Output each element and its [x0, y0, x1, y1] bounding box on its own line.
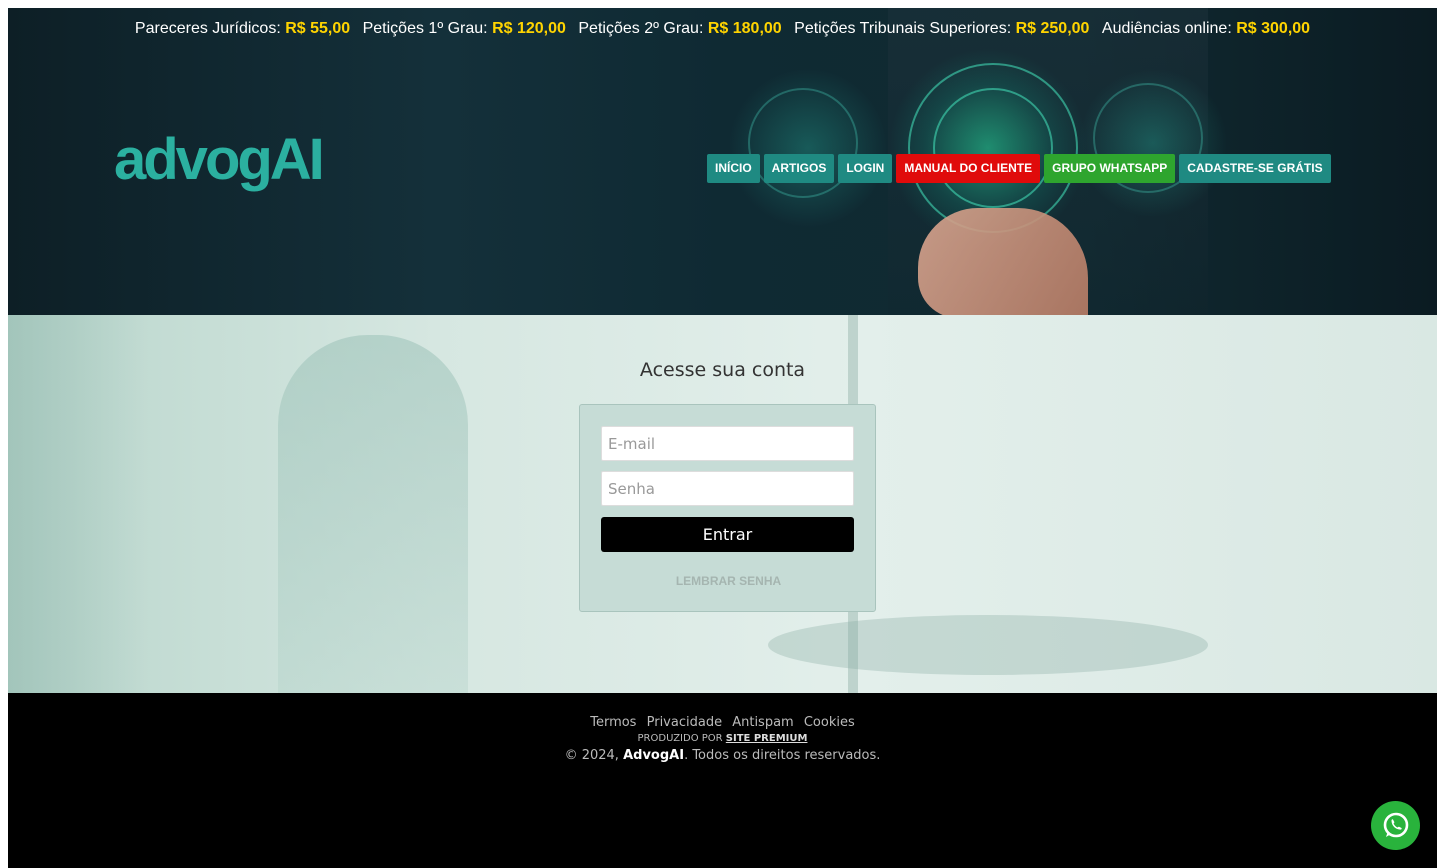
site-header: Pareceres Jurídicos: R$ 55,00 Petições 1…: [8, 8, 1437, 315]
produced-by-label: PRODUZIDO POR: [637, 733, 723, 744]
price-label: Petições Tribunais Superiores:: [794, 20, 1012, 37]
footer-copyright: © 2024, AdvogAI. Todos os direitos reser…: [8, 748, 1437, 763]
price-value: R$ 300,00: [1236, 20, 1311, 37]
price-value: R$ 120,00: [492, 20, 566, 37]
footer-link-cookies[interactable]: Cookies: [804, 715, 855, 730]
price-item: Audiências online: R$ 300,00: [1102, 20, 1310, 37]
price-value: R$ 250,00: [1015, 20, 1090, 37]
site-premium-link[interactable]: SITE PREMIUM: [726, 733, 808, 744]
site-footer: Termos Privacidade Antispam Cookies PROD…: [8, 693, 1437, 868]
price-item: Petições 2º Grau: R$ 180,00: [578, 20, 781, 37]
login-form: Entrar LEMBRAR SENHA: [579, 404, 876, 612]
copyright-brand: AdvogAI: [623, 748, 685, 763]
price-value: R$ 55,00: [285, 20, 351, 37]
footer-links: Termos Privacidade Antispam Cookies: [8, 715, 1437, 730]
site-logo[interactable]: advogAI: [114, 126, 325, 193]
background-scale-plate: [768, 615, 1208, 675]
main-nav: INÍCIO ARTIGOS LOGIN MANUAL DO CLIENTE G…: [707, 154, 1331, 183]
footer-link-termos[interactable]: Termos: [590, 715, 636, 730]
footer-produced-by: PRODUZIDO POR SITE PREMIUM: [8, 733, 1437, 744]
background-statue: [278, 335, 468, 693]
header-ring: [933, 88, 1053, 208]
header-hand-image: [918, 208, 1088, 315]
nav-artigos[interactable]: ARTIGOS: [763, 154, 835, 183]
price-item: Pareceres Jurídicos: R$ 55,00: [135, 20, 350, 37]
price-label: Petições 1º Grau:: [362, 20, 488, 37]
login-title: Acesse sua conta: [639, 359, 806, 381]
remember-password-link[interactable]: LEMBRAR SENHA: [580, 574, 877, 588]
whatsapp-icon: [1383, 812, 1408, 837]
price-label: Pareceres Jurídicos:: [134, 20, 281, 37]
price-label: Audiências online:: [1101, 20, 1232, 37]
price-value: R$ 180,00: [707, 20, 782, 37]
price-bar: Pareceres Jurídicos: R$ 55,00 Petições 1…: [8, 20, 1437, 38]
price-label: Petições 2º Grau:: [578, 20, 704, 37]
footer-link-privacidade[interactable]: Privacidade: [647, 715, 722, 730]
whatsapp-floating-button[interactable]: [1371, 801, 1420, 850]
nav-grupo-whatsapp[interactable]: GRUPO WHATSAPP: [1044, 154, 1176, 183]
price-item: Petições Tribunais Superiores: R$ 250,00: [794, 20, 1089, 37]
nav-manual-do-cliente[interactable]: MANUAL DO CLIENTE: [896, 154, 1041, 183]
footer-link-antispam[interactable]: Antispam: [732, 715, 794, 730]
login-submit-button[interactable]: Entrar: [601, 517, 854, 552]
copyright-prefix: © 2024,: [564, 748, 619, 763]
copyright-suffix: . Todos os direitos reservados.: [684, 748, 881, 763]
email-field[interactable]: [601, 426, 854, 461]
nav-login[interactable]: LOGIN: [838, 154, 893, 183]
login-section: Acesse sua conta Entrar LEMBRAR SENHA: [8, 315, 1437, 693]
nav-inicio[interactable]: INÍCIO: [707, 154, 760, 183]
nav-cadastre-se[interactable]: CADASTRE-SE GRÁTIS: [1179, 154, 1331, 183]
password-field[interactable]: [601, 471, 854, 506]
price-item: Petições 1º Grau: R$ 120,00: [363, 20, 566, 37]
